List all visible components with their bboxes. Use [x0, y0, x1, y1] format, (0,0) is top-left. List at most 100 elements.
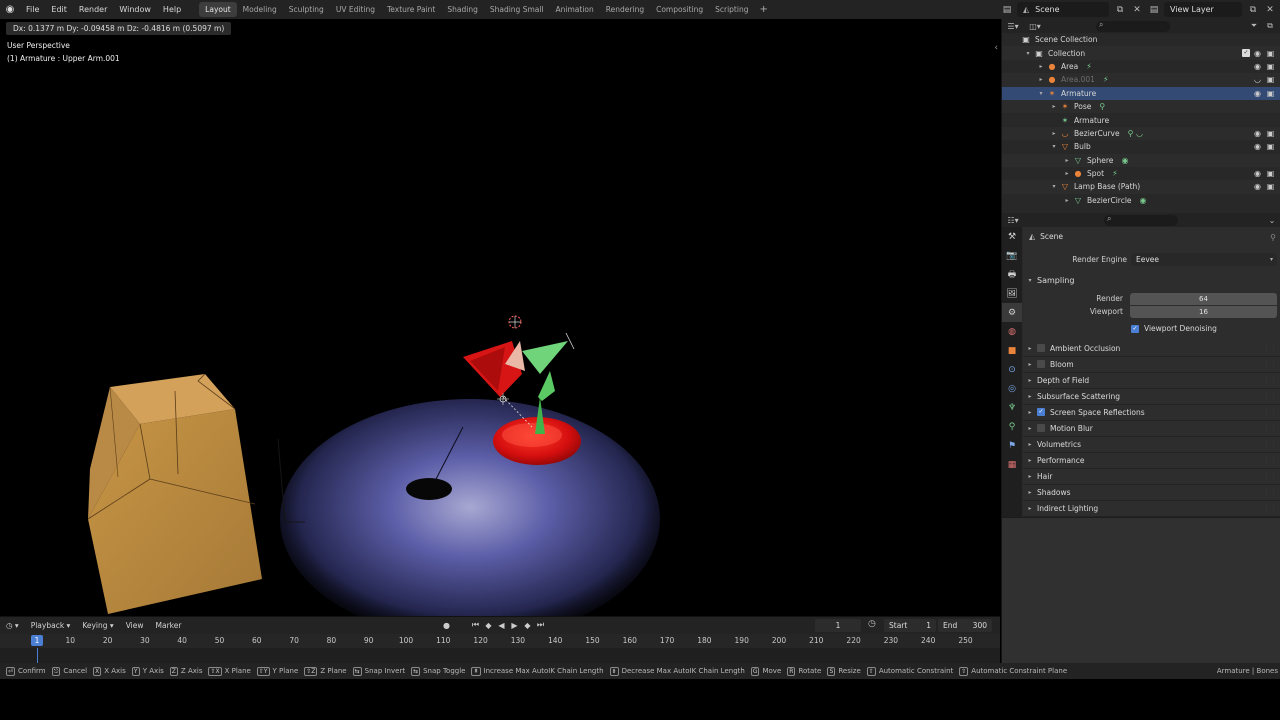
timeline-menu-playback[interactable]: Playback ▾: [25, 621, 77, 630]
panel-bloom[interactable]: ▸ Bloom ⋮⋮: [1023, 356, 1280, 372]
tab-shading[interactable]: Shading: [441, 2, 483, 17]
blender-logo-icon[interactable]: ◉: [0, 0, 20, 19]
outliner-row-armature[interactable]: ▾ ✶ Armature ◉ ▣: [1002, 86, 1280, 100]
outliner-row-bulb[interactable]: ▾ ▽ Bulb ◉ ▣: [1002, 140, 1280, 153]
expand-toggle-icon[interactable]: ▸: [1036, 63, 1046, 70]
tab-scripting[interactable]: Scripting: [709, 2, 754, 17]
outliner-row-area[interactable]: ▸ ● Area ⚡ ◉ ▣: [1002, 60, 1280, 73]
expand-toggle-icon[interactable]: ▸: [1049, 103, 1059, 110]
current-frame-field[interactable]: 1: [815, 619, 861, 632]
eye-icon[interactable]: ◉: [1251, 182, 1264, 191]
outliner-row-scene-collection[interactable]: ▣ Scene Collection: [1002, 33, 1280, 46]
playhead[interactable]: 1: [31, 635, 43, 646]
eye-icon[interactable]: ◉: [1251, 49, 1264, 58]
menu-help[interactable]: Help: [157, 0, 187, 19]
outliner-search-input[interactable]: ⌕: [1096, 20, 1170, 32]
properties-tab-icon[interactable]: ■: [1002, 341, 1022, 360]
properties-tab-icon[interactable]: ⚲: [1002, 417, 1022, 436]
panel-indirect-lighting[interactable]: ▸ Indirect Lighting ⋮⋮: [1023, 500, 1280, 516]
properties-tab-icon[interactable]: 🖶: [1002, 265, 1022, 284]
panel-subsurface-scattering[interactable]: ▸ Subsurface Scattering ⋮⋮: [1023, 388, 1280, 404]
outliner-row-area-001[interactable]: ▸ ● Area.001 ⚡ ◡ ▣: [1002, 73, 1280, 87]
tab-layout[interactable]: Layout: [199, 2, 237, 17]
expand-toggle-icon[interactable]: ▸: [1062, 197, 1072, 204]
expand-toggle-icon[interactable]: ▸: [1062, 170, 1072, 177]
drag-handle-icon[interactable]: ⋮⋮: [1263, 472, 1277, 480]
checkbox-icon[interactable]: [1037, 424, 1045, 432]
drag-handle-icon[interactable]: ⋮⋮: [1263, 504, 1277, 512]
frame-ruler[interactable]: 1 10 20 30 40 50 60 70 80 90 100 110 120 130 140 150 16…: [0, 634, 1000, 648]
data-icon[interactable]: ⚡: [1086, 62, 1092, 71]
expand-toggle-icon[interactable]: ▸: [1036, 76, 1046, 83]
render-samples-field[interactable]: 64: [1130, 293, 1277, 305]
camera-icon[interactable]: ▣: [1264, 142, 1277, 151]
data-icon[interactable]: ◉: [1140, 196, 1147, 205]
delete-view-layer-icon[interactable]: ✕: [1263, 3, 1277, 17]
camera-icon[interactable]: ▣: [1264, 75, 1277, 84]
camera-icon[interactable]: ▣: [1264, 129, 1277, 138]
view-layer-selector[interactable]: View Layer: [1164, 2, 1242, 17]
outliner-row-pose[interactable]: ▸ ✶ Pose ⚲: [1002, 99, 1280, 114]
menu-file[interactable]: File: [20, 0, 45, 19]
tab-animation[interactable]: Animation: [550, 2, 600, 17]
properties-search-input[interactable]: ⌕: [1104, 214, 1178, 226]
panel-depth-of-field[interactable]: ▸ Depth of Field ⋮⋮: [1023, 372, 1280, 388]
tab-uv-editing[interactable]: UV Editing: [330, 2, 381, 17]
drag-handle-icon[interactable]: ⋮⋮: [1263, 408, 1277, 416]
jump-end-icon[interactable]: ⏭: [534, 620, 547, 630]
drag-handle-icon[interactable]: ⋮⋮: [1263, 376, 1277, 384]
properties-editor-type-icon[interactable]: ☷▾: [1002, 213, 1024, 227]
expand-toggle-icon[interactable]: ▾: [1049, 183, 1059, 190]
panel-volumetrics[interactable]: ▸ Volumetrics ⋮⋮: [1023, 436, 1280, 452]
panel-ambient-occlusion[interactable]: ▸ Ambient Occlusion ⋮⋮: [1023, 340, 1280, 356]
outliner-row-armature[interactable]: ✶ Armature: [1002, 113, 1280, 126]
expand-toggle-icon[interactable]: ▸: [1062, 157, 1072, 164]
outliner-row-collection[interactable]: ▾ ▣ Collection ✓ ◉ ▣: [1002, 46, 1280, 60]
panel-motion-blur[interactable]: ▸ Motion Blur ⋮⋮: [1023, 420, 1280, 436]
eye-icon[interactable]: ◉: [1251, 62, 1264, 71]
camera-icon[interactable]: ▣: [1264, 169, 1277, 178]
drag-handle-icon[interactable]: ⋮⋮: [1263, 456, 1277, 464]
timeline-menu-view[interactable]: View: [120, 621, 150, 630]
end-frame-field[interactable]: End 300: [938, 619, 992, 632]
tab-texture-paint[interactable]: Texture Paint: [381, 2, 441, 17]
expand-toggle-icon[interactable]: ▾: [1036, 90, 1046, 97]
drag-handle-icon[interactable]: ⋮⋮: [1263, 488, 1277, 496]
scene-browse-icon[interactable]: ▤: [1000, 3, 1014, 17]
scene-selector[interactable]: ◭ Scene: [1017, 2, 1109, 17]
camera-icon[interactable]: ▣: [1264, 49, 1277, 58]
outliner-editor-type-icon[interactable]: ☰▾: [1002, 19, 1024, 33]
panel-hair[interactable]: ▸ Hair ⋮⋮: [1023, 468, 1280, 484]
outliner-row-spot[interactable]: ▸ ● Spot ⚡ ◉ ▣: [1002, 167, 1280, 180]
prev-keyframe-icon[interactable]: ◆: [482, 621, 495, 630]
view-layer-browse-icon[interactable]: ▤: [1147, 3, 1161, 17]
expand-toggle-icon[interactable]: ▸: [1049, 130, 1059, 137]
panel-performance[interactable]: ▸ Performance ⋮⋮: [1023, 452, 1280, 468]
tab-shading-small[interactable]: Shading Small: [484, 2, 550, 17]
properties-tab-icon[interactable]: 🖼: [1002, 284, 1022, 303]
properties-tab-icon[interactable]: ◍: [1002, 322, 1022, 341]
outliner-row-beziercircle[interactable]: ▸ ▽ BezierCircle ◉: [1002, 194, 1280, 207]
pin-icon[interactable]: ⚲: [1270, 233, 1276, 242]
properties-tab-icon[interactable]: ♆: [1002, 398, 1022, 417]
cardboard-box[interactable]: [87, 373, 262, 614]
clock-icon[interactable]: ◷: [868, 619, 876, 629]
drag-handle-icon[interactable]: ⋮⋮: [1263, 392, 1277, 400]
delete-scene-icon[interactable]: ✕: [1130, 3, 1144, 17]
eye-icon[interactable]: ◉: [1251, 169, 1264, 178]
data-icon[interactable]: ⚡: [1112, 169, 1118, 178]
drag-handle-icon[interactable]: ⋮⋮: [1263, 424, 1277, 432]
exclude-checkbox-icon[interactable]: ✓: [1242, 49, 1250, 58]
checkbox-icon[interactable]: [1037, 344, 1045, 352]
editor-type-icon[interactable]: ◷ ▾: [0, 621, 25, 630]
viewport-samples-field[interactable]: 16: [1130, 306, 1277, 318]
camera-icon[interactable]: ▣: [1264, 182, 1277, 191]
collapse-arrow-icon[interactable]: ‹: [994, 43, 998, 53]
jump-start-icon[interactable]: ⏮: [469, 620, 482, 630]
keyframe-track[interactable]: [0, 648, 1000, 664]
outliner-row-beziercurve[interactable]: ▸ ◡ BezierCurve ⚲ ◡ ◉ ▣: [1002, 126, 1280, 141]
data-icon[interactable]: ⚡: [1103, 75, 1109, 84]
camera-icon[interactable]: ▣: [1264, 89, 1277, 98]
drag-handle-icon[interactable]: ⋮⋮: [1263, 360, 1277, 368]
checkbox-checked-icon[interactable]: ✓: [1037, 408, 1045, 416]
